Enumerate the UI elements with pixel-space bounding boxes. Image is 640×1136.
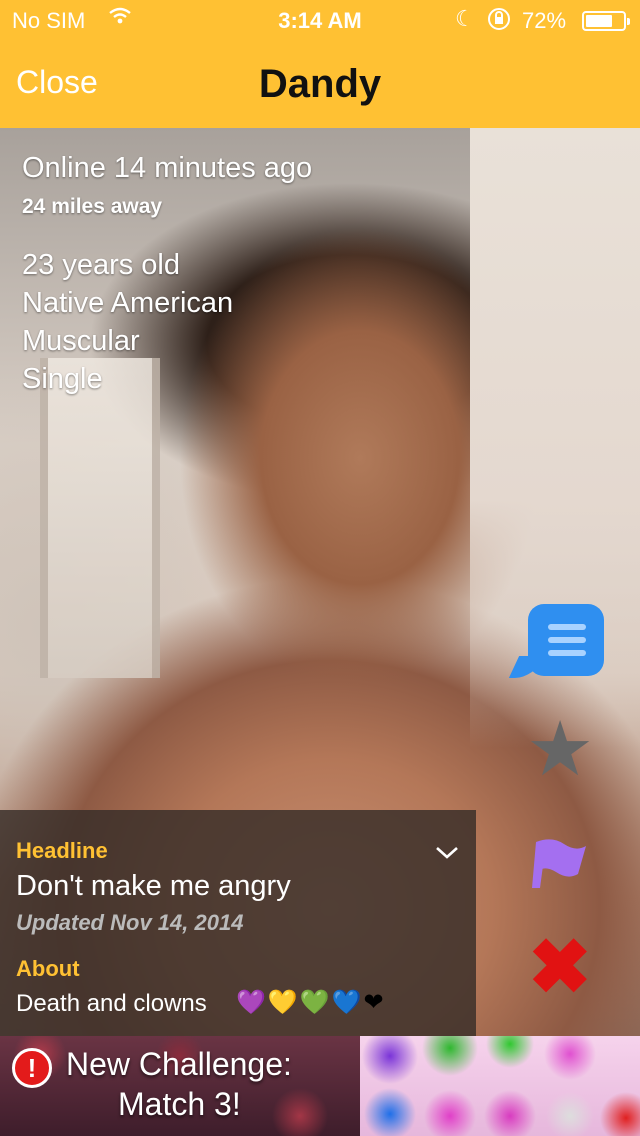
headline-text: Don't make me angry	[16, 870, 291, 902]
battery-fill	[586, 15, 612, 27]
photo-window	[40, 358, 160, 678]
ad-subheadline: Match 3!	[118, 1086, 241, 1122]
battery-percent: 72%	[522, 8, 567, 33]
page-title: Dandy	[258, 62, 382, 106]
stat-age: 23 years old	[22, 249, 180, 281]
stat-body-type: Muscular	[22, 325, 140, 357]
ad-candy-image	[360, 1036, 640, 1136]
top-bar: No SIM 3:14 AM ☾ 72% Close Dandy	[0, 0, 640, 128]
online-status: Online 14 minutes ago	[22, 152, 313, 184]
flag-icon[interactable]	[532, 838, 588, 890]
ad-headline: New Challenge:	[66, 1046, 292, 1082]
about-label: About	[16, 956, 80, 981]
headline-panel: Headline Don't make me angry Updated Nov…	[0, 810, 476, 1036]
star-icon[interactable]: ★	[526, 712, 594, 788]
ad-banner[interactable]: ! New Challenge: Match 3!	[0, 1036, 640, 1136]
x-icon[interactable]: ✖	[528, 930, 592, 1006]
profile-stats: 23 years old Native American Muscular Si…	[22, 246, 233, 398]
chat-line	[548, 650, 586, 656]
chat-line	[548, 637, 586, 643]
chat-bubble-icon[interactable]	[528, 604, 604, 676]
about-text: Death and clowns	[16, 990, 207, 1017]
status-bar: No SIM 3:14 AM ☾ 72%	[0, 0, 640, 40]
profile-info: Online 14 minutes ago 24 miles away	[22, 152, 312, 219]
chevron-down-icon[interactable]	[434, 836, 460, 870]
chat-line	[548, 624, 586, 630]
rotation-lock-icon	[486, 6, 512, 38]
headline-label: Headline	[16, 838, 108, 863]
hearts-emoji: 💜💛💚💙❤	[236, 989, 386, 1016]
updated-date: Updated Nov 14, 2014	[16, 910, 244, 935]
stat-relationship: Single	[22, 363, 103, 395]
battery-icon	[582, 11, 630, 31]
moon-icon: ☾	[455, 6, 475, 31]
alert-icon: !	[12, 1048, 52, 1088]
distance-label: 24 miles away	[22, 195, 163, 218]
stat-ethnicity: Native American	[22, 287, 234, 319]
